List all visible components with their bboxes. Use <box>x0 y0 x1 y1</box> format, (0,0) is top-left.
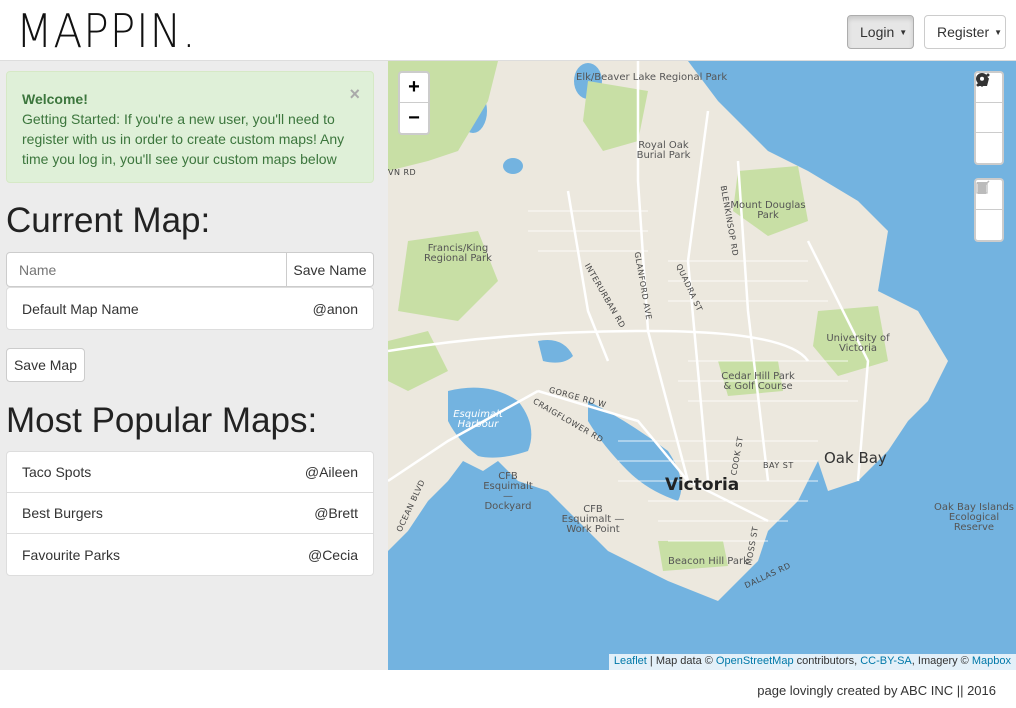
caret-down-icon: ▼ <box>994 27 1003 37</box>
map-owner: @anon <box>312 300 358 317</box>
map-attribution: Leaflet | Map data © OpenStreetMap contr… <box>608 654 1016 670</box>
map-label: Royal Oak Burial Park <box>636 140 691 161</box>
map-tiles <box>388 61 1016 670</box>
zoom-in-button[interactable]: + <box>400 73 428 103</box>
mapbox-link[interactable]: Mapbox <box>972 655 1011 667</box>
save-name-button[interactable]: Save Name <box>287 252 374 287</box>
draw-marker-button[interactable] <box>976 73 1002 163</box>
logo[interactable]: MAPPIN. <box>16 4 197 58</box>
list-item[interactable]: Default Map Name @anon <box>7 288 373 329</box>
name-input-group: Save Name <box>6 252 374 287</box>
welcome-alert: Welcome! Getting Started: If you're a ne… <box>6 71 374 183</box>
license-link[interactable]: CC-BY-SA <box>860 655 912 667</box>
register-button[interactable]: Register ▼ <box>924 15 1006 49</box>
draw-toolbar <box>974 71 1004 165</box>
sidebar: Welcome! Getting Started: If you're a ne… <box>0 61 388 670</box>
map-name: Favourite Parks <box>22 546 121 563</box>
road-label: BAY ST <box>763 461 794 470</box>
attribution-text: , Imagery © <box>911 655 972 667</box>
map-label: Esquimalt Harbour <box>453 409 503 430</box>
map-label: University of Victoria <box>826 333 890 354</box>
road-label: VN RD <box>388 168 417 177</box>
current-map-heading: Current Map: <box>6 201 211 240</box>
save-map-button[interactable]: Save Map <box>6 348 85 382</box>
login-label: Login <box>860 24 895 40</box>
attribution-text: contributors, <box>793 655 861 667</box>
attribution-text: | Map data © <box>646 655 716 667</box>
zoom-out-button[interactable]: − <box>400 103 428 133</box>
alert-text: Getting Started: If you're a new user, y… <box>22 111 345 167</box>
map-label: CFB Esquimalt — Dockyard <box>483 471 533 512</box>
header: MAPPIN. Login ▼ Register ▼ <box>0 0 1016 61</box>
delete-layers-button[interactable] <box>976 182 1002 240</box>
current-map-list: Default Map Name @anon <box>6 287 374 330</box>
map-view[interactable]: Elk/Beaver Lake Regional Park Royal Oak … <box>388 61 1016 670</box>
zoom-control: + − <box>398 71 430 135</box>
trash-icon <box>977 182 987 194</box>
map-label: CFB Esquimalt — Work Point <box>561 504 625 535</box>
list-item[interactable]: Best Burgers @Brett <box>7 493 373 534</box>
alert-title: Welcome! <box>22 91 88 107</box>
map-label: Beacon Hill Park <box>668 556 749 567</box>
register-label: Register <box>937 24 990 40</box>
map-label: Mount Douglas Park <box>730 200 806 221</box>
map-owner: @Aileen <box>304 464 358 480</box>
map-owner: @Cecia <box>307 546 358 563</box>
map-label: Elk/Beaver Lake Regional Park <box>576 72 728 83</box>
map-name-input[interactable] <box>6 252 287 287</box>
map-owner: @Brett <box>314 505 358 521</box>
footer: page lovingly created by ABC INC || 2016 <box>0 670 1016 708</box>
osm-link[interactable]: OpenStreetMap <box>716 655 794 667</box>
popular-maps-heading: Most Popular Maps: <box>6 401 318 440</box>
draw-polygon-button[interactable] <box>976 74 1002 133</box>
map-label: Cedar Hill Park & Golf Course <box>721 371 795 392</box>
map-name: Best Burgers <box>22 505 103 521</box>
footer-text: page lovingly created by ABC INC || 2016 <box>757 683 996 698</box>
list-item[interactable]: Favourite Parks @Cecia <box>7 534 373 575</box>
edit-toolbar <box>974 178 1004 242</box>
map-label: Oak Bay <box>824 449 887 467</box>
leaflet-link[interactable]: Leaflet <box>614 655 647 667</box>
list-item[interactable]: Taco Spots @Aileen <box>7 452 373 493</box>
caret-down-icon: ▼ <box>899 27 908 37</box>
close-icon[interactable]: × <box>349 84 360 104</box>
map-name: Taco Spots <box>22 464 92 480</box>
map-label: Victoria <box>665 475 740 495</box>
map-label: Oak Bay Islands Ecological Reserve <box>934 502 1015 533</box>
login-button[interactable]: Login ▼ <box>847 15 914 49</box>
popular-map-list: Taco Spots @Aileen Best Burgers @Brett F… <box>6 451 374 576</box>
map-label: Francis/King Regional Park <box>424 243 492 264</box>
marker-icon <box>976 73 988 87</box>
map-name: Default Map Name <box>22 300 139 317</box>
